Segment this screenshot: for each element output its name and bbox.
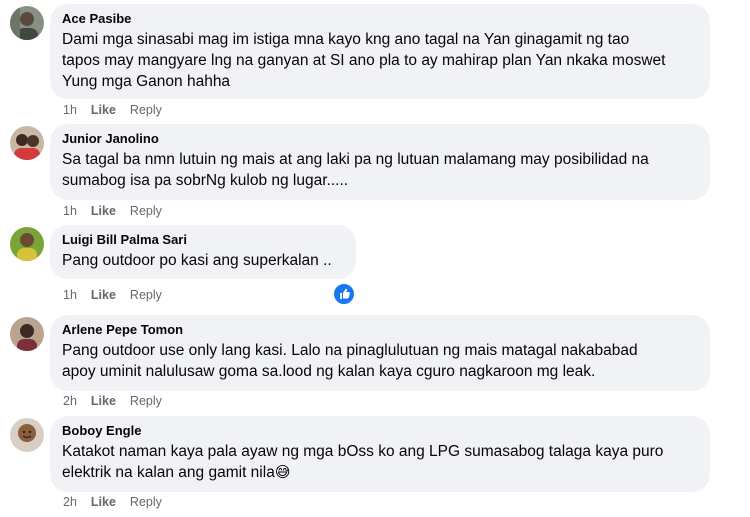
comment-actions: 1h Like Reply: [63, 102, 162, 118]
like-reaction-icon[interactable]: [332, 282, 356, 306]
comment-text: Sa tagal ba nmn lutuin ng mais at ang la…: [62, 151, 649, 189]
comment-author[interactable]: Luigi Bill Palma Sari: [62, 231, 344, 248]
reply-button[interactable]: Reply: [130, 494, 162, 510]
comment-text: Katakot naman kaya pala ayaw ng mga bOss…: [62, 441, 698, 483]
avatar[interactable]: [10, 6, 44, 40]
comment-bubble: Ace Pasibe Dami mga sinasabi mag im isti…: [50, 4, 710, 99]
comment-author[interactable]: Ace Pasibe: [62, 10, 698, 27]
comment-timestamp[interactable]: 2h: [63, 393, 77, 409]
comment-bubble: Boboy Engle Katakot naman kaya pala ayaw…: [50, 416, 710, 492]
comment-bubble: Junior Janolino Sa tagal ba nmn lutuin n…: [50, 124, 710, 200]
comment-timestamp[interactable]: 1h: [63, 287, 77, 303]
avatar[interactable]: [10, 418, 44, 452]
comment-timestamp[interactable]: 2h: [63, 494, 77, 510]
like-button[interactable]: Like: [91, 203, 116, 219]
like-button[interactable]: Like: [91, 494, 116, 510]
avatar[interactable]: [10, 317, 44, 351]
reply-button[interactable]: Reply: [130, 287, 162, 303]
comment-author[interactable]: Boboy Engle: [62, 422, 698, 439]
comment-text-body: Katakot naman kaya pala ayaw ng mga bOss…: [62, 443, 664, 481]
comment-actions: 2h Like Reply: [63, 494, 162, 510]
comment-timestamp[interactable]: 1h: [63, 203, 77, 219]
comment-actions: 2h Like Reply: [63, 393, 162, 409]
reply-button[interactable]: Reply: [130, 102, 162, 118]
avatar[interactable]: [10, 126, 44, 160]
comment-text: Pang outdoor use only lang kasi. Lalo na…: [62, 342, 638, 380]
reply-button[interactable]: Reply: [130, 203, 162, 219]
comment-text: Pang outdoor po kasi ang superkalan ..: [62, 252, 332, 269]
comment-author[interactable]: Arlene Pepe Tomon: [62, 321, 698, 338]
comment-author[interactable]: Junior Janolino: [62, 130, 698, 147]
like-button[interactable]: Like: [91, 287, 116, 303]
comment-actions: 1h Like Reply: [63, 287, 162, 303]
comment-bubble: Luigi Bill Palma Sari Pang outdoor po ka…: [50, 225, 356, 279]
like-button[interactable]: Like: [91, 102, 116, 118]
comment-timestamp[interactable]: 1h: [63, 102, 77, 118]
like-button[interactable]: Like: [91, 393, 116, 409]
comment-text: Dami mga sinasabi mag im istiga mna kayo…: [62, 31, 666, 90]
comment-actions: 1h Like Reply: [63, 203, 162, 219]
comment-bubble: Arlene Pepe Tomon Pang outdoor use only …: [50, 315, 710, 391]
avatar[interactable]: [10, 227, 44, 261]
reply-button[interactable]: Reply: [130, 393, 162, 409]
sweat-smile-emoji-icon: 😅: [274, 463, 291, 481]
